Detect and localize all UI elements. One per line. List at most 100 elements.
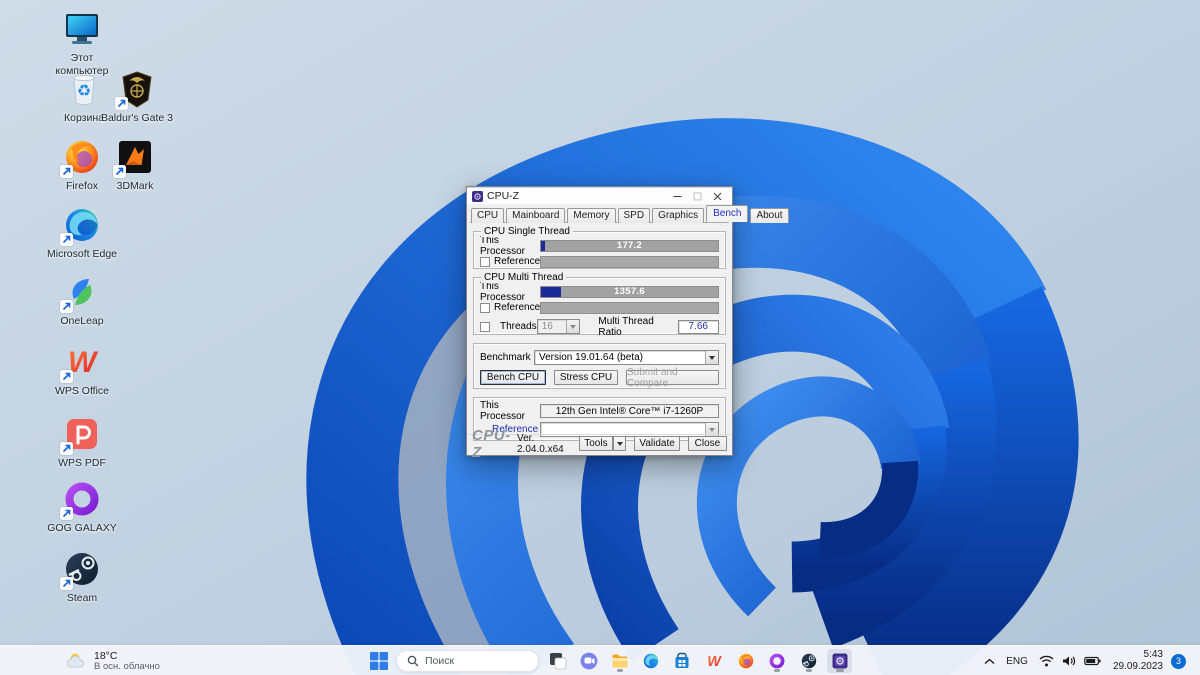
threads-checkbox[interactable] [480, 321, 490, 332]
steam-taskbar-icon [801, 653, 816, 669]
taskbar: 18°C В осн. облачно W [0, 645, 1200, 675]
system-tray: ENG 5:43 29.09.2023 3 [980, 646, 1200, 675]
steam-icon [60, 549, 102, 590]
tab-about[interactable]: About [750, 208, 789, 223]
shortcut-arrow-icon [60, 300, 73, 313]
this-processor-field: 12th Gen Intel® Core™ i7-1260P [540, 404, 719, 418]
desktop-icon-this-pc[interactable]: Этот компьютер [45, 9, 119, 77]
microsoft-store-icon [675, 652, 688, 668]
benchmark-version-value: Version 19.01.64 (beta) [539, 352, 643, 363]
cpuz-window: CPU-Z CPU Mainboard Memory SPD Graphics … [466, 186, 789, 461]
wifi-icon [1039, 655, 1054, 667]
desktop-icon-label: Microsoft Edge [46, 248, 118, 260]
tab-mainboard[interactable]: Mainboard [506, 208, 566, 223]
tab-spd[interactable]: SPD [617, 208, 651, 223]
cpuz-taskbar-icon [832, 653, 847, 669]
cpuz-titlebar[interactable]: CPU-Z [467, 187, 732, 204]
firefox-button[interactable] [733, 649, 758, 673]
multi-reference-checkbox[interactable] [480, 302, 490, 313]
taskbar-search[interactable] [396, 650, 539, 672]
benchmark-version-select[interactable]: Version 19.01.64 (beta) [534, 350, 719, 365]
single-reference-label: Reference [494, 256, 541, 267]
weather-temp: 18°C [94, 649, 118, 662]
threads-select[interactable]: 16 [536, 319, 581, 334]
desktop-icon-oneleap[interactable]: OneLeap [45, 272, 119, 328]
submit-and-compare-button: Submit and Compare [626, 367, 719, 389]
group-label: CPU Multi Thread [481, 272, 567, 283]
multi-reference-bar [540, 301, 719, 314]
benchmark-label: Benchmark [480, 352, 531, 363]
desktop-icon-label: Firefox [65, 180, 99, 192]
single-processor-label: This Processor [480, 234, 526, 257]
task-view-button[interactable] [545, 649, 570, 673]
3dmark-icon [113, 137, 155, 178]
clock[interactable]: 5:43 29.09.2023 [1105, 649, 1169, 673]
tab-graphics[interactable]: Graphics [652, 208, 705, 223]
tray-time: 5:43 [1143, 649, 1163, 660]
threads-value: 16 [541, 321, 553, 332]
shortcut-arrow-icon [115, 97, 128, 110]
multi-thread-score: 1357.6 [614, 286, 645, 297]
search-input[interactable] [425, 655, 525, 667]
benchmark-select-arrow-icon [705, 351, 718, 364]
single-thread-score: 177.2 [616, 240, 643, 251]
tray-chevron-up-button[interactable] [980, 649, 999, 673]
desktop-icon-gog-galaxy[interactable]: GOG GALAXY [45, 479, 119, 535]
wifi-button[interactable] [1035, 649, 1058, 673]
microsoft-store-button[interactable] [669, 649, 694, 673]
battery-button[interactable] [1080, 649, 1105, 673]
steam-button[interactable] [796, 649, 821, 673]
desktop-icon-steam[interactable]: Steam [45, 549, 119, 605]
multi-reference-label: Reference [494, 302, 541, 313]
cpuz-tab-bar: CPU Mainboard Memory SPD Graphics Bench … [467, 204, 789, 223]
desktop-icon-microsoft-edge[interactable]: Microsoft Edge [45, 205, 119, 261]
tools-dropdown-button[interactable] [613, 436, 627, 451]
shortcut-arrow-icon [60, 507, 73, 520]
single-reference-checkbox[interactable] [480, 256, 490, 267]
close-button[interactable] [707, 189, 727, 204]
tab-cpu[interactable]: CPU [471, 208, 505, 223]
this-pc-icon [62, 9, 102, 49]
weather-widget[interactable]: 18°C В осн. облачно [58, 646, 168, 675]
wps-office-button[interactable]: W [701, 649, 726, 673]
gog-galaxy-icon [60, 479, 102, 520]
desktop-icon-label: OneLeap [60, 315, 104, 327]
notification-badge[interactable]: 3 [1171, 653, 1186, 669]
desktop-icon-baldurs-gate-3[interactable]: Baldur's Gate 3 [100, 69, 174, 125]
minimize-button[interactable] [667, 189, 687, 204]
maximize-button[interactable] [687, 189, 707, 204]
baldurs-gate-3-icon [115, 69, 157, 110]
start-button[interactable] [366, 649, 391, 673]
desktop-icon-wps-pdf[interactable]: WPS PDF [45, 414, 119, 470]
language-indicator[interactable]: ENG [999, 649, 1035, 673]
file-explorer-button[interactable] [607, 649, 632, 673]
desktop-icon-wps-office[interactable]: W WPS Office [45, 342, 119, 398]
bench-cpu-button[interactable]: Bench CPU [480, 370, 546, 385]
single-thread-group: CPU Single Thread This Processor 177.2 R… [473, 226, 726, 269]
tools-button[interactable]: Tools [578, 436, 614, 451]
desktop-icon-3dmark[interactable]: 3DMark [98, 137, 172, 193]
close-bench-button[interactable]: Close [687, 436, 727, 451]
volume-button[interactable] [1058, 649, 1080, 673]
shortcut-arrow-icon [60, 165, 73, 178]
tab-memory[interactable]: Memory [567, 208, 616, 223]
edge-button[interactable] [638, 649, 663, 673]
chat-button[interactable] [576, 649, 601, 673]
single-reference-bar [540, 255, 719, 268]
desktop: Этот компьютер ♻ Корзина Baldur's Gate 3… [0, 0, 1200, 675]
running-indicator [616, 669, 623, 672]
weather-icon [66, 653, 84, 668]
tab-bench[interactable]: Bench [706, 205, 749, 222]
validate-button[interactable]: Validate [634, 436, 680, 451]
running-indicator [773, 669, 780, 672]
multi-thread-score-bar: 1357.6 [540, 285, 719, 298]
this-processor-label: This Processor [480, 400, 526, 422]
battery-icon [1084, 656, 1101, 666]
stress-cpu-button[interactable]: Stress CPU [554, 370, 618, 385]
tray-date: 29.09.2023 [1112, 661, 1163, 672]
cpuz-taskbar-button[interactable] [827, 649, 852, 673]
gog-galaxy-button[interactable] [764, 649, 789, 673]
shortcut-arrow-icon [60, 233, 73, 246]
oneleap-icon [60, 272, 102, 313]
desktop-icon-label: 3DMark [116, 180, 154, 192]
